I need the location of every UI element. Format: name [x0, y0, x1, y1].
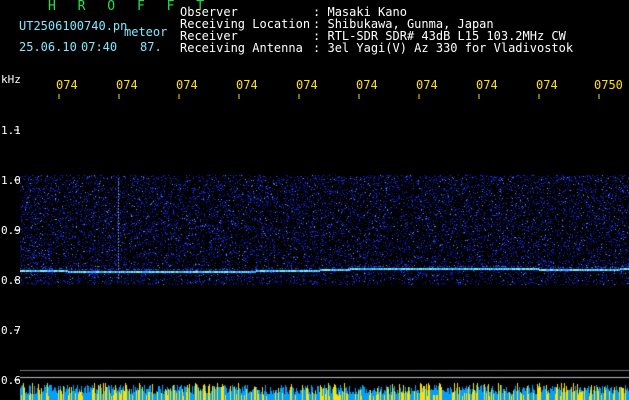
- time-tick-label: 074: [356, 78, 378, 92]
- time-tick-label: 074: [176, 78, 198, 92]
- time-label: 07:40: [81, 40, 118, 54]
- time-tick-label: 074: [296, 78, 318, 92]
- freq-tick-label: 0.7: [1, 324, 21, 337]
- time-tick-label: 074: [476, 78, 498, 92]
- freq-tick-label: 0.8: [1, 274, 21, 287]
- time-tick-label: 074: [536, 78, 558, 92]
- freq-tick-label: 0.6: [1, 374, 21, 387]
- meteor-label: meteor: [124, 25, 168, 39]
- info-values: : Masaki Kano : Shibukawa, Gunma, Japan …: [313, 6, 573, 54]
- spectrogram: [20, 100, 629, 400]
- info-value-antenna: 3el Yagi(V) Az 330 for Vladivostok: [327, 41, 574, 55]
- spectrogram-canvas: [20, 100, 629, 400]
- info-label-antenna: Receiving Antenna: [180, 41, 303, 55]
- time-tick-label: 074: [56, 78, 78, 92]
- time-tick-label: 0750: [594, 78, 623, 92]
- filename-label: UT2506100740.pn: [19, 19, 128, 33]
- info-sep: :: [313, 41, 321, 55]
- info-labels: Observer Receiving Location Receiver Rec…: [180, 6, 310, 54]
- freq-tick-label: 0.9: [1, 224, 21, 237]
- date-label: 25.06.10: [19, 40, 77, 54]
- header-panel: H R O F F T UT2506100740.pn meteor 25.06…: [0, 0, 629, 62]
- freq-tick-label: 1.0: [1, 174, 21, 187]
- freq-tick-label: 1.1: [1, 124, 21, 137]
- time-tick-label: 074: [116, 78, 138, 92]
- time-axis: 074 074 074 074 074 074 074 074 074 0750: [0, 78, 629, 96]
- time-tick-label: 074: [236, 78, 258, 92]
- meteor-count: 87.: [140, 40, 162, 54]
- time-tick-label: 074: [416, 78, 438, 92]
